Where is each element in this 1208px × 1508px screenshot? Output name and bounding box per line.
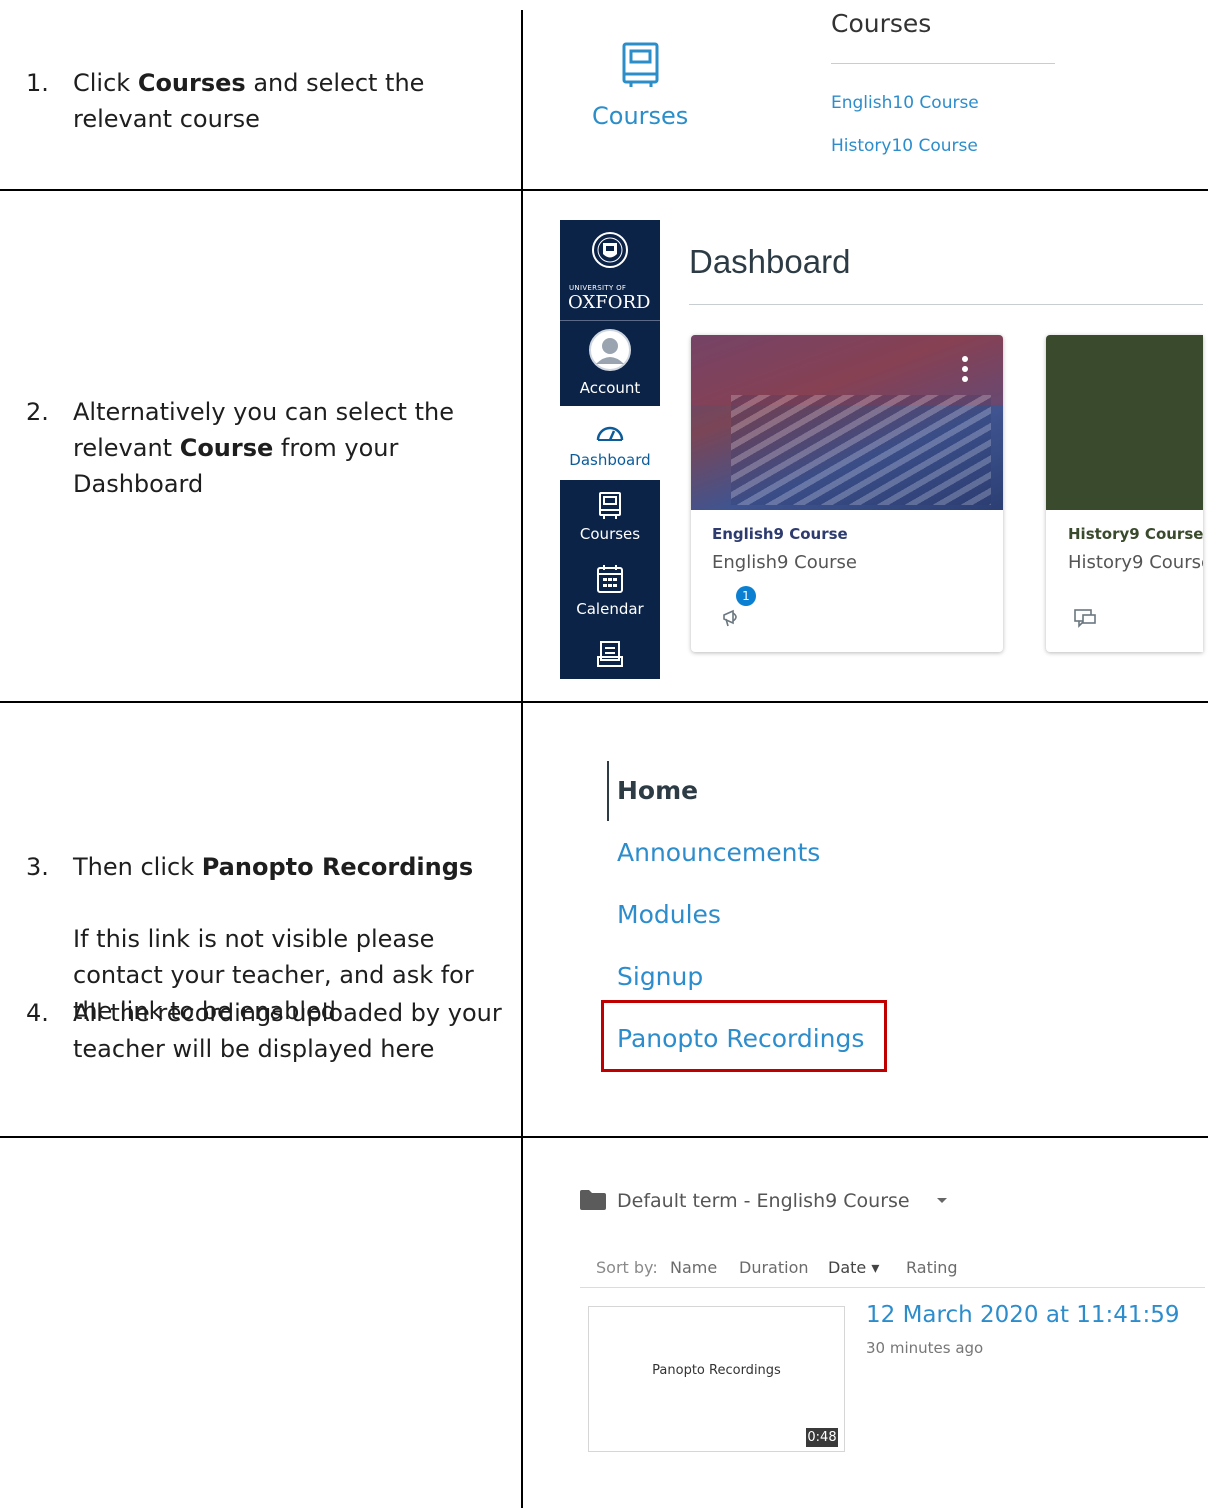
sort-divider xyxy=(580,1287,1205,1288)
courses-book-icon[interactable] xyxy=(598,491,622,521)
courses-nav-label[interactable]: Courses xyxy=(592,102,688,130)
active-indicator xyxy=(607,761,609,821)
logo-line-2: OXFORD xyxy=(568,292,651,313)
course-card-history9[interactable]: History9 Course History9 Course xyxy=(1046,335,1203,652)
inbox-icon[interactable] xyxy=(596,640,624,668)
announcement-badge: 1 xyxy=(736,586,756,606)
nav-calendar[interactable]: Calendar xyxy=(560,600,660,618)
course-nav-panopto-recordings[interactable]: Panopto Recordings xyxy=(617,1024,864,1053)
course-nav-signup[interactable]: Signup xyxy=(617,962,703,991)
sort-name[interactable]: Name xyxy=(670,1258,717,1277)
card-subtitle: English9 Course xyxy=(712,552,858,573)
row-divider-1 xyxy=(0,189,1208,191)
thumbnail-text: Panopto Recordings xyxy=(652,1363,781,1378)
oxford-crest-icon xyxy=(592,232,628,268)
dashboard-title: Dashboard xyxy=(689,243,851,280)
course-nav-modules[interactable]: Modules xyxy=(617,900,721,929)
recording-thumbnail[interactable]: Panopto Recordings 0:48 xyxy=(588,1306,845,1452)
folder-icon xyxy=(580,1190,606,1210)
global-nav: UNIVERSITY OF OXFORD Account Dashboard C… xyxy=(560,220,660,679)
logo-line-1: UNIVERSITY OF xyxy=(569,284,627,292)
dashboard-divider xyxy=(689,304,1203,305)
card-subtitle: History9 Course xyxy=(1068,552,1203,573)
dashboard-gauge-icon xyxy=(596,426,624,441)
step-number: 2. xyxy=(26,398,49,426)
course-card-image xyxy=(691,335,1003,510)
courses-book-icon[interactable] xyxy=(621,41,661,89)
recording-time: 30 minutes ago xyxy=(866,1339,984,1357)
nav-account[interactable]: Account xyxy=(560,379,660,397)
chevron-down-icon[interactable] xyxy=(936,1197,948,1205)
calendar-icon[interactable] xyxy=(596,564,624,594)
sort-duration[interactable]: Duration xyxy=(739,1258,809,1277)
course-nav-home[interactable]: Home xyxy=(617,776,698,805)
announcement-icon[interactable] xyxy=(721,607,743,629)
panel-divider xyxy=(831,63,1055,64)
card-options-icon[interactable] xyxy=(961,355,969,383)
discussion-icon[interactable] xyxy=(1073,607,1097,629)
row-divider-2 xyxy=(0,701,1208,703)
nav-dashboard[interactable]: Dashboard xyxy=(560,451,660,469)
card-title[interactable]: History9 Course xyxy=(1068,525,1203,543)
recording-title[interactable]: 12 March 2020 at 11:41:59 xyxy=(866,1302,1180,1328)
nav-dashboard-active[interactable]: Dashboard xyxy=(560,406,660,480)
course-nav-announcements[interactable]: Announcements xyxy=(617,838,820,867)
card-title[interactable]: English9 Course xyxy=(712,525,848,543)
courses-panel-title: Courses xyxy=(831,9,932,38)
nav-courses[interactable]: Courses xyxy=(560,525,660,543)
folder-selector[interactable]: Default term - English9 Course xyxy=(617,1190,910,1212)
sort-rating[interactable]: Rating xyxy=(906,1258,958,1277)
sort-label: Sort by: xyxy=(596,1258,658,1277)
course-card-color xyxy=(1046,335,1203,510)
course-link-english10[interactable]: English10 Course xyxy=(831,93,979,113)
sort-date[interactable]: Date ▾ xyxy=(828,1258,879,1277)
step-number: 4. xyxy=(26,999,49,1027)
account-avatar-icon[interactable] xyxy=(588,328,632,372)
step-number: 3. xyxy=(26,853,49,881)
row-divider-3 xyxy=(0,1136,1208,1138)
column-divider xyxy=(521,10,523,1508)
duration-badge: 0:48 xyxy=(805,1427,839,1448)
course-card-english9[interactable]: English9 Course English9 Course 1 xyxy=(691,335,1003,652)
step-number: 1. xyxy=(26,69,49,97)
course-link-history10[interactable]: History10 Course xyxy=(831,136,978,156)
